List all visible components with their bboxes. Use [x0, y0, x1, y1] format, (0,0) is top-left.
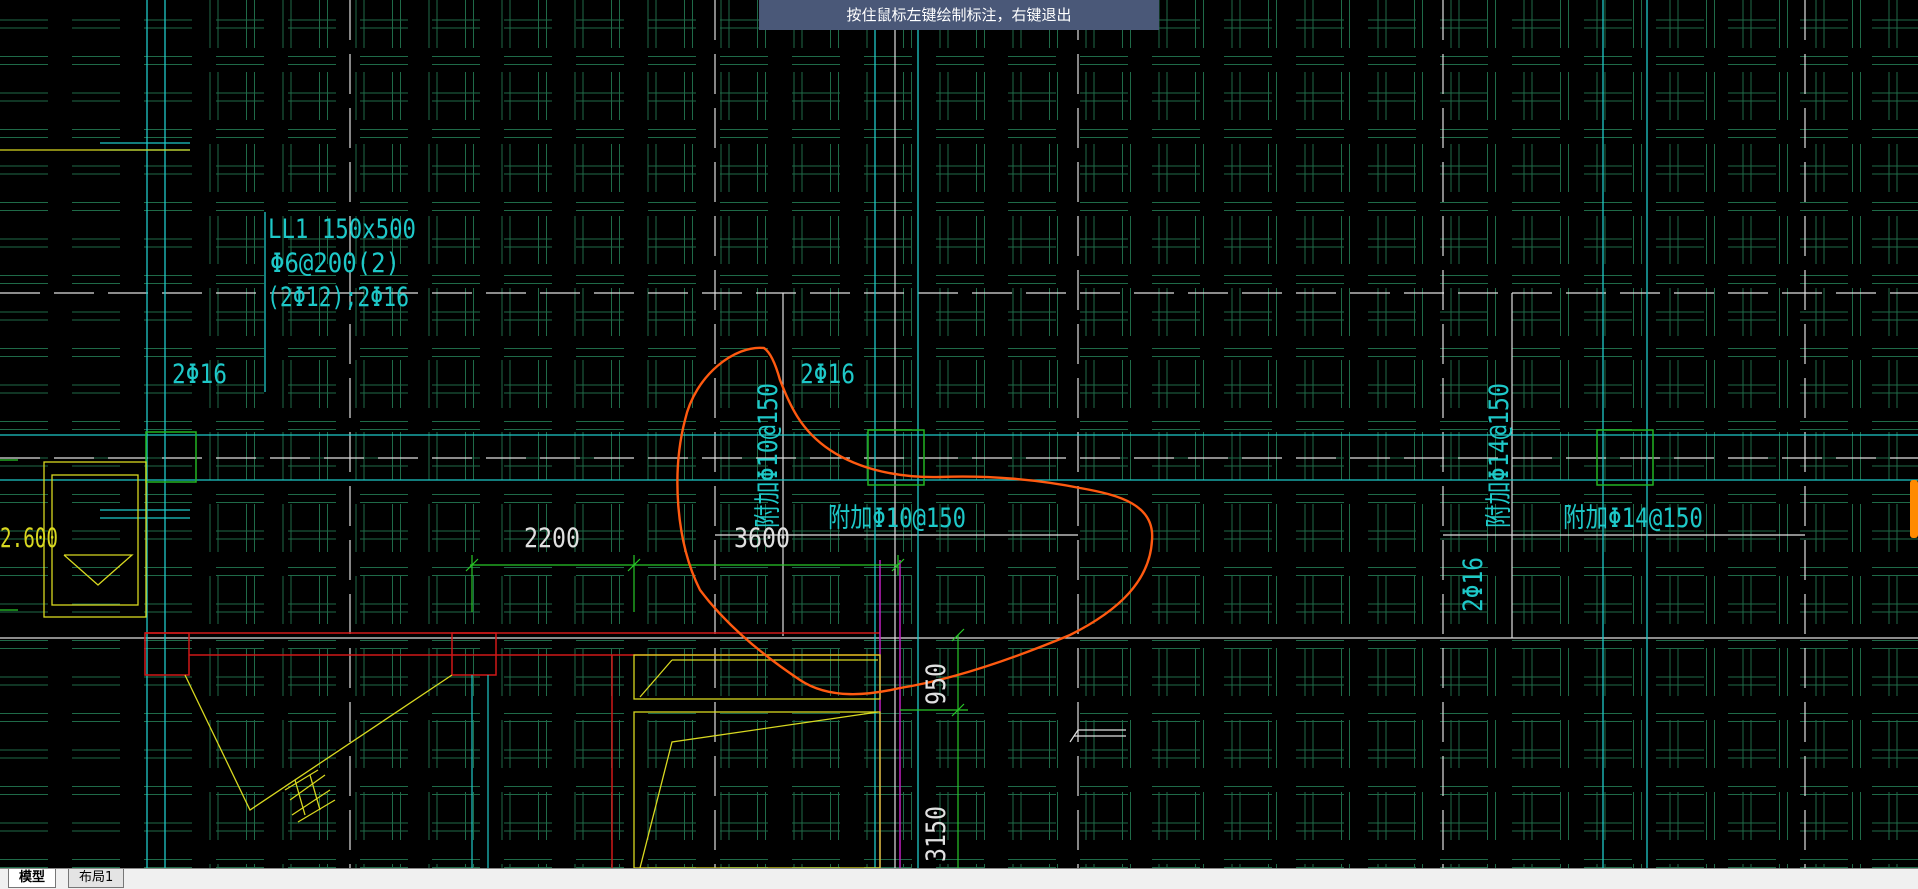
rebar-label-left: 2Φ16 [172, 359, 227, 390]
annotation-texts: LL1 150x500 Φ6@200(2) (2Φ12);2Φ16 2Φ16 2… [172, 214, 1703, 612]
scroll-handle[interactable] [1910, 480, 1918, 538]
dim-3150: 3150 [921, 806, 952, 862]
addl-rebar-mid-vertical: 附加Φ10@150 [753, 383, 784, 528]
dim-3600: 3600 [734, 523, 790, 554]
addl-rebar-right-vertical: 附加Φ14@150 [1484, 383, 1515, 528]
cad-drawing-canvas[interactable]: LL1 150x500 Φ6@200(2) (2Φ12);2Φ16 2Φ16 2… [0, 0, 1918, 868]
lower-beam-lines [471, 675, 489, 868]
addl-rebar-mid-horizontal: 附加Φ10@150 [828, 503, 966, 534]
rebar-label-mid: 2Φ16 [800, 359, 855, 390]
layout-tab-bar: 模型 布局1 [0, 868, 1918, 889]
rebar-label-right-vertical: 2Φ16 [1458, 557, 1489, 612]
background-grid [0, 0, 1918, 868]
beam-label-line2: Φ6@200(2) [270, 248, 400, 279]
beam-label-line1: LL1 150x500 [268, 214, 416, 245]
tab-model[interactable]: 模型 [8, 869, 57, 888]
addl-rebar-right-horizontal: 附加Φ14@150 [1563, 503, 1703, 534]
beam-label-line3: (2Φ12);2Φ16 [267, 282, 409, 313]
elevation-label: 2.600 [0, 523, 58, 554]
dim-950: 950 [921, 663, 952, 705]
command-hint-banner: 按住鼠标左键绘制标注，右键退出 [759, 0, 1159, 30]
beam-lines [0, 0, 1918, 868]
axis-lines [0, 0, 1918, 868]
dim-2200: 2200 [524, 523, 580, 554]
dimension-texts: 2200 3600 950 3150 [524, 523, 952, 862]
drawing-viewport[interactable]: LL1 150x500 Φ6@200(2) (2Φ12);2Φ16 2Φ16 2… [0, 0, 1918, 868]
tab-layout1[interactable]: 布局1 [68, 869, 125, 888]
